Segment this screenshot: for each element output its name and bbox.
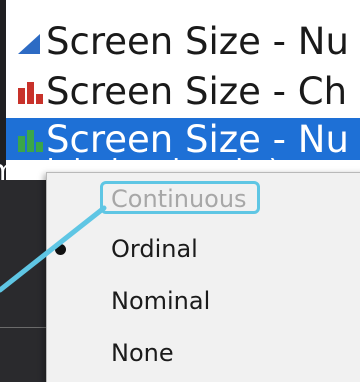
callout-pointer-line xyxy=(0,205,107,293)
jmp-panel: Screen Size - Nu Screen Size - Ch Screen… xyxy=(0,0,360,382)
